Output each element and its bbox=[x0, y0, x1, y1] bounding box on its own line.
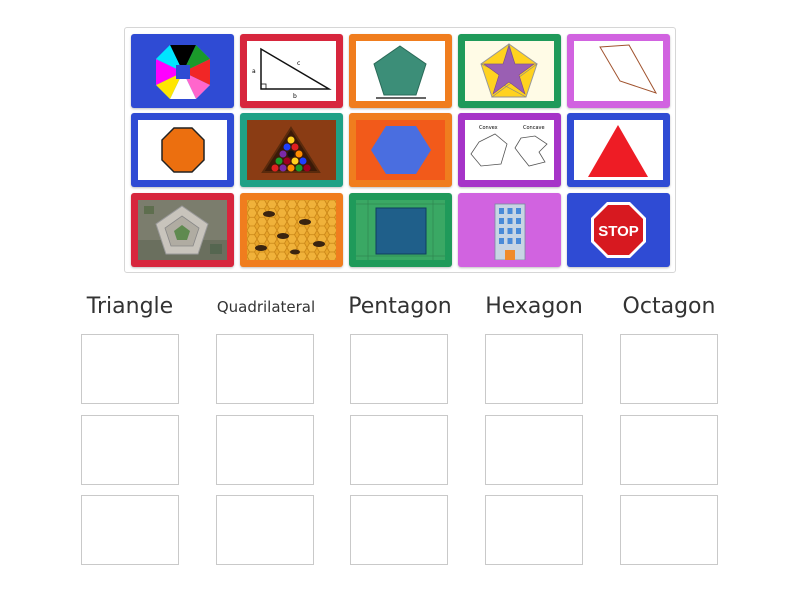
triangle-label-c: c bbox=[297, 60, 300, 67]
heading-quadrilateral: Quadrilateral bbox=[216, 298, 316, 316]
pentagon-building-image bbox=[138, 200, 227, 260]
heading-hexagon: Hexagon bbox=[485, 294, 583, 319]
tile-right-triangle-diagram[interactable]: c a b bbox=[240, 34, 343, 108]
green-pentagon-image bbox=[356, 41, 445, 101]
drop-slot-triangle-3[interactable] bbox=[81, 495, 179, 565]
drop-slot-hexagon-2[interactable] bbox=[485, 415, 583, 485]
drop-slot-pentagon-3[interactable] bbox=[350, 495, 448, 565]
tile-office-building[interactable] bbox=[458, 193, 561, 267]
tile-star-in-pentagon[interactable] bbox=[458, 34, 561, 108]
red-triangle-image bbox=[574, 120, 663, 180]
drop-slot-quadrilateral-3[interactable] bbox=[216, 495, 314, 565]
tile-stop-sign[interactable]: STOP bbox=[567, 193, 670, 267]
drop-slot-quadrilateral-1[interactable] bbox=[216, 334, 314, 404]
blue-hexagon-image bbox=[356, 120, 445, 180]
pinwheel-image bbox=[138, 41, 227, 101]
heading-octagon: Octagon bbox=[622, 294, 716, 319]
tile-colorful-octagon-pinwheel[interactable] bbox=[131, 34, 234, 108]
drop-slot-triangle-1[interactable] bbox=[81, 334, 179, 404]
stop-text: STOP bbox=[598, 223, 639, 240]
drop-slot-pentagon-1[interactable] bbox=[350, 334, 448, 404]
drop-slot-hexagon-3[interactable] bbox=[485, 495, 583, 565]
tile-honeycomb-bees[interactable] bbox=[240, 193, 343, 267]
triangle-label-b: b bbox=[293, 93, 297, 100]
stop-sign-image: STOP bbox=[574, 200, 663, 260]
convex-concave-image: Convex Concave bbox=[465, 120, 554, 180]
tile-pentagon-building-aerial[interactable] bbox=[131, 193, 234, 267]
tile-blue-hexagon[interactable] bbox=[349, 113, 452, 187]
tile-red-triangle[interactable] bbox=[567, 113, 670, 187]
honeycomb-image bbox=[247, 200, 336, 260]
tile-billiard-balls-triangle-rack[interactable] bbox=[240, 113, 343, 187]
drop-slot-octagon-2[interactable] bbox=[620, 415, 718, 485]
drop-slot-pentagon-2[interactable] bbox=[350, 415, 448, 485]
heading-pentagon: Pentagon bbox=[348, 294, 452, 319]
drop-slot-hexagon-1[interactable] bbox=[485, 334, 583, 404]
tile-green-square-on-grid[interactable] bbox=[349, 193, 452, 267]
star-pentagon-image bbox=[465, 41, 554, 101]
office-building-image bbox=[465, 200, 554, 260]
right-triangle-image: c a b bbox=[247, 41, 336, 101]
quadrilateral-image bbox=[574, 41, 663, 101]
tile-orange-octagon[interactable] bbox=[131, 113, 234, 187]
drop-slot-quadrilateral-2[interactable] bbox=[216, 415, 314, 485]
drop-slot-octagon-1[interactable] bbox=[620, 334, 718, 404]
convex-label: Convex bbox=[479, 125, 498, 131]
tile-quadrilateral-outline[interactable] bbox=[567, 34, 670, 108]
drop-slot-octagon-3[interactable] bbox=[620, 495, 718, 565]
tile-green-pentagon[interactable] bbox=[349, 34, 452, 108]
square-grid-image bbox=[356, 200, 445, 260]
triangle-label-a: a bbox=[252, 68, 256, 75]
orange-octagon-image bbox=[138, 120, 227, 180]
tile-convex-concave-polygons[interactable]: Convex Concave bbox=[458, 113, 561, 187]
concave-label: Concave bbox=[523, 125, 545, 131]
drop-slot-triangle-2[interactable] bbox=[81, 415, 179, 485]
heading-triangle: Triangle bbox=[86, 294, 174, 319]
billiard-rack-image bbox=[247, 120, 336, 180]
